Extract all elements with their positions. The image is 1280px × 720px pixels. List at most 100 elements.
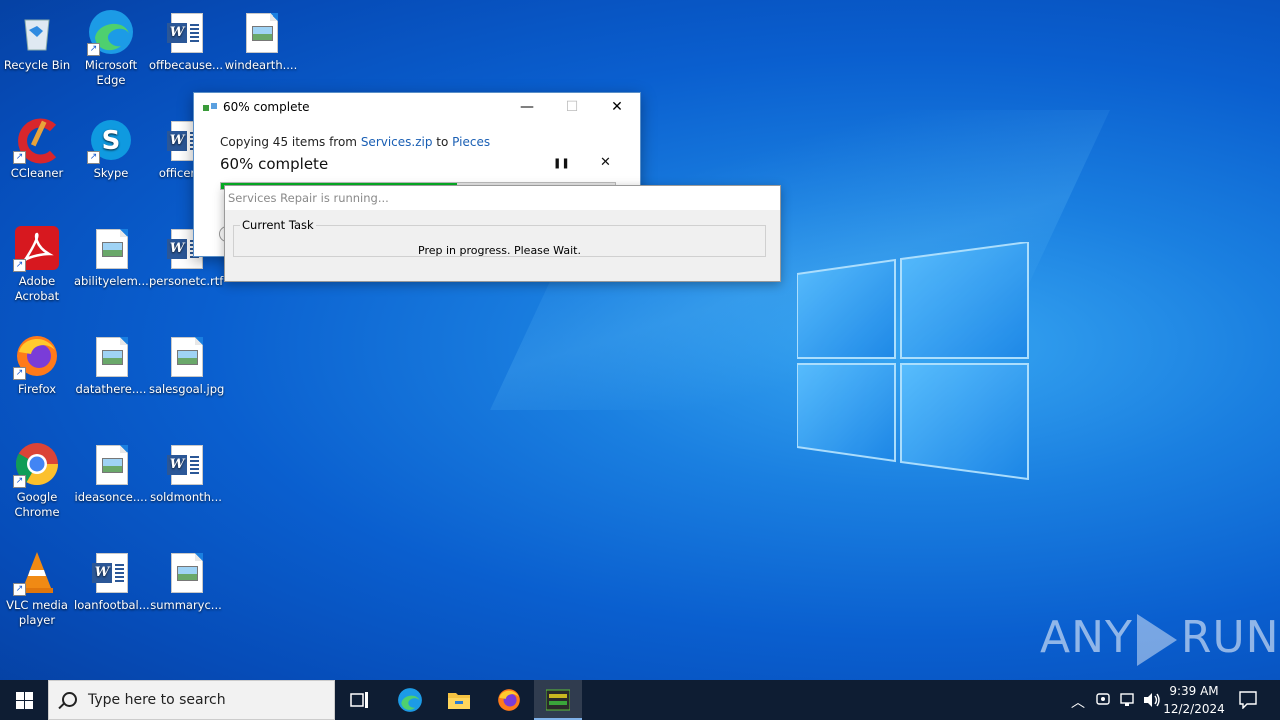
repair-header: Services Repair is running...	[225, 186, 780, 210]
skype-icon: S ↗	[87, 116, 135, 164]
word-doc-icon: W	[162, 440, 210, 488]
clock-time: 9:39 AM	[1169, 684, 1219, 698]
cancel-copy-button[interactable]: ✕	[600, 155, 611, 170]
shortcut-arrow-icon: ↗	[13, 259, 26, 272]
volume-icon[interactable]	[1143, 692, 1161, 708]
desktop-icon-file[interactable]: W loanfootbal...	[74, 548, 150, 613]
edge-icon: ↗	[87, 8, 135, 56]
acrobat-icon: ↗	[13, 224, 61, 272]
icon-label: summaryc...	[150, 598, 222, 612]
edge-icon	[398, 688, 422, 712]
desktop-icon-firefox[interactable]: ↗ Firefox	[0, 332, 74, 397]
shortcut-arrow-icon: ↗	[13, 151, 26, 164]
minimize-button[interactable]: —	[504, 93, 550, 121]
icon-label: windearth....	[224, 58, 298, 72]
desktop-icon-file[interactable]: ideasonce....	[74, 440, 148, 505]
icon-label: offbecause...	[149, 58, 224, 72]
network-icon[interactable]	[1119, 692, 1135, 708]
taskbar-firefox-button[interactable]	[485, 680, 533, 720]
taskbar-clock[interactable]: 9:39 AM 12/2/2024	[1163, 682, 1225, 718]
shortcut-arrow-icon: ↗	[87, 43, 100, 56]
show-hidden-icons-button[interactable]: ︿	[1071, 692, 1085, 712]
task-view-button[interactable]	[336, 680, 384, 720]
copying-text: Copying 45 items from	[220, 135, 361, 149]
vlc-icon: ↗	[13, 548, 61, 596]
desktop-icon-file[interactable]: salesgoal.jpg	[149, 332, 225, 397]
svg-text:S: S	[102, 126, 121, 156]
desktop-icon-file[interactable]: W offbecause...	[149, 8, 223, 73]
source-link[interactable]: Services.zip	[361, 135, 433, 149]
desktop-icon-chrome[interactable]: ↗ Google Chrome	[0, 440, 74, 520]
play-icon	[1136, 614, 1177, 666]
icon-label: Firefox	[17, 382, 57, 396]
clock-date: 12/2/2024	[1163, 702, 1225, 716]
pause-button[interactable]: ❚❚	[553, 158, 570, 169]
notification-center-icon[interactable]	[1239, 691, 1257, 709]
services-repair-app-icon	[546, 689, 570, 711]
shortcut-arrow-icon: ↗	[13, 475, 26, 488]
icon-label: salesgoal.jpg	[149, 382, 225, 396]
chrome-icon: ↗	[13, 440, 61, 488]
task-view-icon	[350, 692, 368, 708]
current-task-label: Current Task	[242, 218, 314, 232]
windows-start-icon	[15, 691, 33, 709]
title-bar[interactable]: 60% complete — ☐ ✕	[194, 93, 640, 121]
close-button[interactable]: ✕	[594, 93, 640, 121]
image-file-icon	[162, 548, 210, 596]
search-icon	[62, 692, 77, 707]
windows-logo-wallpaper	[797, 242, 1029, 480]
watermark-text-right: RUN	[1180, 612, 1280, 663]
icon-label: Adobe Acrobat	[14, 274, 60, 303]
word-doc-icon: W	[87, 548, 135, 596]
percent-complete-text: 60% complete	[220, 155, 329, 173]
icon-label: Microsoft Edge	[84, 58, 138, 87]
window-title: 60% complete	[223, 100, 310, 114]
file-copy-icon	[203, 103, 217, 111]
watermark-text-left: ANY	[1040, 612, 1133, 663]
icon-label: VLC media player	[6, 598, 68, 627]
desktop-icon-file[interactable]: datathere....	[74, 332, 148, 397]
webcam-tray-icon[interactable]	[1096, 692, 1110, 708]
icon-label: Google Chrome	[14, 490, 60, 519]
desktop-icon-file[interactable]: summaryc...	[149, 548, 223, 613]
firefox-icon	[498, 689, 520, 711]
current-task-group: Current Task Prep in progress. Please Wa…	[233, 218, 766, 257]
taskbar-search-box[interactable]: Type here to search	[48, 680, 335, 720]
icon-label: personetc.rtf	[149, 274, 224, 288]
taskbar: Type here to search ︿ 9:39 AM 12/2/2024	[0, 680, 1280, 720]
repair-title: Services Repair is running...	[228, 191, 389, 205]
taskbar-explorer-button[interactable]	[435, 680, 483, 720]
image-file-icon	[87, 224, 135, 272]
search-placeholder: Type here to search	[88, 692, 226, 708]
desktop-icon-file[interactable]: abilityelem...	[74, 224, 149, 289]
copy-status-line: Copying 45 items from Services.zip to Pi…	[220, 135, 490, 149]
desktop-icon-vlc[interactable]: ↗ VLC media player	[0, 548, 74, 628]
maximize-button[interactable]: ☐	[549, 93, 595, 121]
taskbar-edge-button[interactable]	[386, 680, 434, 720]
folder-icon	[448, 693, 470, 709]
word-doc-icon: W	[162, 8, 210, 56]
firefox-icon: ↗	[13, 332, 61, 380]
desktop-icon-file[interactable]: W soldmonth...	[149, 440, 223, 505]
ccleaner-icon: ↗	[13, 116, 61, 164]
desktop-icon-edge[interactable]: ↗ Microsoft Edge	[74, 8, 148, 88]
icon-label: soldmonth...	[150, 490, 222, 504]
destination-link[interactable]: Pieces	[452, 135, 490, 149]
desktop-icon-file[interactable]: windearth....	[224, 8, 298, 73]
desktop-icon-acrobat[interactable]: ↗ Adobe Acrobat	[0, 224, 74, 304]
taskbar-services-repair-button[interactable]	[534, 680, 582, 720]
image-file-icon	[162, 332, 210, 380]
icon-label: Recycle Bin	[3, 58, 71, 72]
desktop-icon-ccleaner[interactable]: ↗ CCleaner	[0, 116, 74, 181]
shortcut-arrow-icon: ↗	[13, 583, 26, 596]
desktop-icon-skype[interactable]: S ↗ Skype	[74, 116, 148, 181]
icon-label: ideasonce....	[74, 490, 148, 504]
task-status-text: Prep in progress. Please Wait.	[418, 244, 581, 257]
image-file-icon	[87, 332, 135, 380]
icon-label: abilityelem...	[74, 274, 149, 288]
anyrun-watermark: ANY RUN	[1040, 612, 1280, 666]
desktop-icon-recycle-bin[interactable]: Recycle Bin	[0, 8, 74, 73]
image-file-icon	[237, 8, 285, 56]
services-repair-window: Services Repair is running... Current Ta…	[224, 185, 781, 282]
start-button[interactable]	[0, 680, 48, 720]
